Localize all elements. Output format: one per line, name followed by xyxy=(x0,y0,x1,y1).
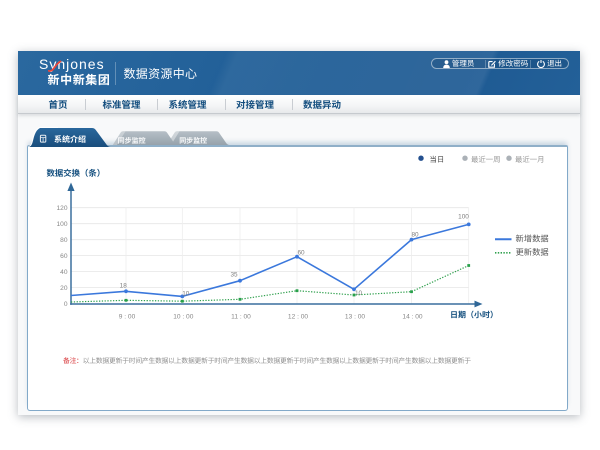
svg-text:35: 35 xyxy=(230,272,238,279)
svg-text:20: 20 xyxy=(60,285,68,292)
svg-text:120: 120 xyxy=(56,205,67,212)
svg-text:更新数据: 更新数据 xyxy=(516,246,549,258)
svg-text:80: 80 xyxy=(60,237,68,244)
svg-text:13 : 00: 13 : 00 xyxy=(345,313,365,320)
svg-text:11 : 00: 11 : 00 xyxy=(231,313,251,320)
svg-text:0: 0 xyxy=(64,301,68,308)
svg-text:系统介绍: 系统介绍 xyxy=(54,134,86,145)
svg-text:18: 18 xyxy=(120,282,128,289)
svg-text:新增数据: 新增数据 xyxy=(516,232,549,244)
svg-text:10: 10 xyxy=(355,290,363,297)
svg-text:10 : 00: 10 : 00 xyxy=(173,313,193,320)
svg-text:10: 10 xyxy=(182,290,190,297)
svg-text:同步监控: 同步监控 xyxy=(179,136,207,146)
svg-text:100: 100 xyxy=(56,221,67,228)
svg-text:日期（小时）: 日期（小时） xyxy=(450,310,498,321)
svg-text:当日: 当日 xyxy=(430,154,445,165)
svg-text:同步监控: 同步监控 xyxy=(118,136,146,146)
svg-text:最近一月: 最近一月 xyxy=(515,154,545,165)
svg-text:12 : 00: 12 : 00 xyxy=(288,313,308,320)
svg-text:60: 60 xyxy=(297,250,305,257)
svg-text:80: 80 xyxy=(411,232,419,239)
svg-text:60: 60 xyxy=(60,253,68,260)
svg-text:数据交换（条）: 数据交换（条） xyxy=(47,167,106,179)
svg-text:14 : 00: 14 : 00 xyxy=(402,313,422,320)
svg-text:最近一周: 最近一周 xyxy=(471,154,501,165)
svg-text:40: 40 xyxy=(60,269,68,276)
svg-text:100: 100 xyxy=(458,214,469,221)
svg-text:9 : 00: 9 : 00 xyxy=(119,313,136,320)
